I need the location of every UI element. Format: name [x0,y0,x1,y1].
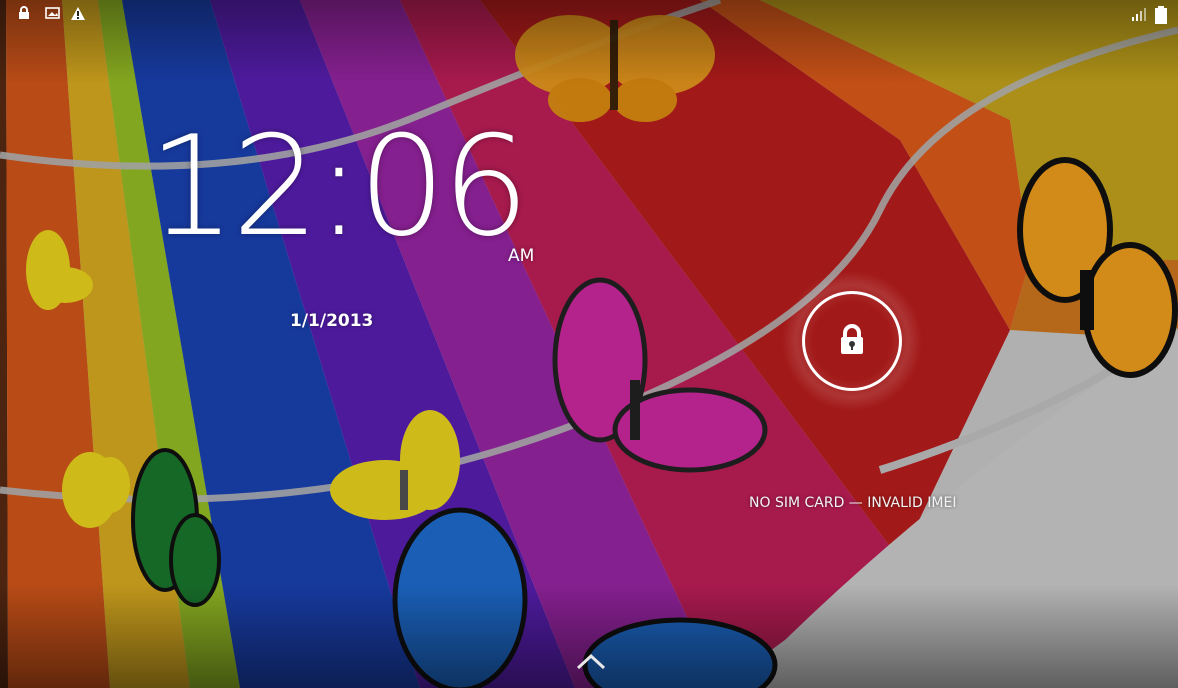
wallpaper [0,0,1178,688]
lock-icon [19,6,29,19]
unlock-button[interactable] [802,291,902,391]
battery-icon [1155,6,1167,24]
padlock-icon [841,324,863,354]
status-bar [0,0,1178,32]
clock-time: 12:06 [148,106,530,267]
lockscreen: 12:06 AM 1/1/2013 NO SIM CARD — INVALID … [0,0,1178,688]
image-icon [45,7,60,19]
clock-date: 1/1/2013 [290,311,374,331]
carrier-status: NO SIM CARD — INVALID IMEI [749,495,957,511]
signal-icon [1132,8,1146,21]
warning-icon [71,7,85,20]
clock-ampm: AM [508,246,535,266]
chevron-up-icon[interactable] [574,650,608,672]
